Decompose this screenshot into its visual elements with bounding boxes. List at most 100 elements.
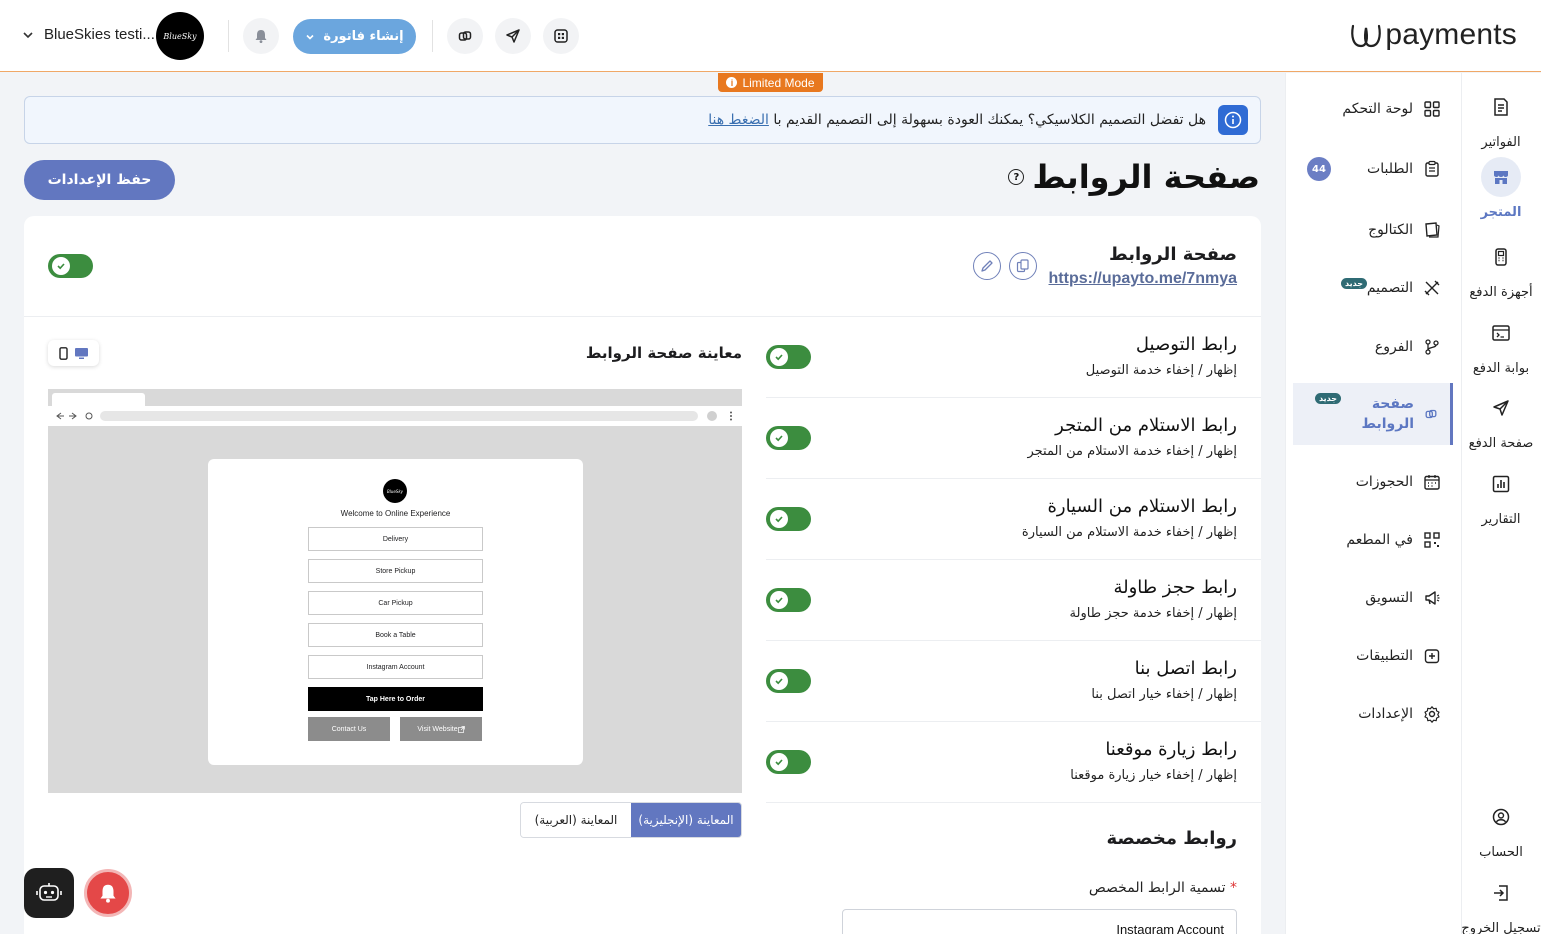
assistant-chat-button[interactable]	[24, 868, 74, 918]
settings-icon	[1424, 706, 1440, 723]
new-badge: جديد	[1315, 393, 1342, 404]
delivery-toggle[interactable]	[766, 345, 811, 369]
notifications-button[interactable]	[243, 18, 279, 54]
mobile-icon[interactable]	[58, 346, 68, 360]
menu-item-label: صفحة الروابط	[1361, 396, 1414, 432]
car-pickup-toggle[interactable]	[766, 507, 811, 531]
external-link-icon	[457, 725, 465, 733]
preview-store-pickup-button: Store Pickup	[308, 559, 483, 583]
visit-website-toggle[interactable]	[766, 750, 811, 774]
book-table-toggle[interactable]	[766, 588, 811, 612]
divider	[432, 20, 433, 52]
option-subtitle: إظهار / إخفاء خدمة الاستلام من المتجر	[1027, 444, 1237, 459]
rail-item-store[interactable]: المتجر	[1461, 157, 1541, 220]
chevron-down-icon	[306, 34, 314, 40]
create-invoice-label: إنشاء فاتورة	[323, 29, 404, 44]
primary-rail: الفواتير المتجر أجهزة الدفع بوابة الدفع …	[1461, 73, 1541, 934]
new-badge: جديد	[1341, 278, 1368, 289]
menu-item-bookings[interactable]: الحجوزات	[1293, 462, 1453, 502]
check-icon	[770, 672, 788, 690]
avatar[interactable]: BlueSky	[156, 12, 204, 60]
qr-shortcut[interactable]	[543, 18, 579, 54]
store-icon	[1481, 157, 1521, 197]
option-visit-website: رابط زيارة موقعنا إظهار / إخفاء خيار زيا…	[766, 722, 1261, 803]
links-page-shortcut[interactable]	[447, 18, 483, 54]
rail-item-logout[interactable]: تسجيل الخروج	[1461, 873, 1541, 934]
rail-item-payment-gateway[interactable]: بوابة الدفع	[1461, 313, 1541, 376]
option-title: رابط اتصل بنا	[1134, 658, 1237, 679]
account-name: BlueSkies testi...	[44, 26, 155, 43]
preview-welcome: Welcome to Online Experience	[340, 509, 451, 518]
menu-item-orders[interactable]: 44 الطلبات	[1293, 149, 1453, 189]
option-store-pickup: رابط الاستلام من المتجر إظهار / إخفاء خد…	[766, 398, 1261, 479]
account-switcher[interactable]: BlueSkies testi...	[22, 26, 155, 43]
rail-item-payment-page[interactable]: صفحة الدفع	[1461, 388, 1541, 451]
custom-link-name-input[interactable]: Instagram Account	[842, 909, 1237, 934]
menu-item-branches[interactable]: الفروع	[1293, 327, 1453, 367]
rail-item-label: المتجر	[1480, 205, 1522, 220]
link-page-url[interactable]: https://upayto.me/7nmya	[1049, 270, 1237, 288]
store-pickup-toggle[interactable]	[766, 426, 811, 450]
branches-icon	[1425, 339, 1439, 355]
contact-us-toggle[interactable]	[766, 669, 811, 693]
page-title: ? صفحة الروابط	[1008, 158, 1260, 196]
rail-item-pos-devices[interactable]: أجهزة الدفع	[1461, 237, 1541, 300]
menu-item-label: التصميم	[1366, 280, 1413, 296]
desktop-icon[interactable]	[74, 347, 89, 360]
create-invoice-button[interactable]: إنشاء فاتورة	[293, 19, 416, 54]
menu-item-catalog[interactable]: الكتالوج	[1293, 210, 1453, 250]
preview-browser-frame: BlueSky Welcome to Online Experience Del…	[48, 389, 742, 793]
bookings-icon	[1424, 475, 1440, 490]
payment-page-shortcut[interactable]	[495, 18, 531, 54]
menu-item-label: الطلبات	[1367, 161, 1413, 177]
rail-item-invoices[interactable]: الفواتير	[1461, 87, 1541, 150]
dashboard-icon	[1424, 101, 1440, 117]
browser-tab	[52, 393, 145, 407]
page-title-text: صفحة الروابط	[1032, 158, 1260, 196]
send-icon	[1481, 388, 1521, 428]
browser-menu-icon	[707, 411, 732, 421]
rail-item-label: بوابة الدفع	[1472, 361, 1530, 376]
menu-item-label: الفروع	[1374, 339, 1413, 355]
option-subtitle: إظهار / إخفاء خدمة التوصيل	[1085, 363, 1237, 378]
rail-item-reports[interactable]: التقارير	[1461, 464, 1541, 527]
menu-item-links-page[interactable]: جديد صفحة الروابط	[1293, 383, 1453, 445]
menu-item-dashboard[interactable]: لوحة التحكم	[1293, 89, 1453, 129]
browser-toolbar	[48, 406, 742, 426]
rail-item-label: تسجيل الخروج	[1461, 921, 1541, 934]
notifications-fab[interactable]	[84, 869, 132, 917]
tab-preview-english[interactable]: المعاينة (الإنجليزية)	[631, 803, 741, 837]
menu-item-settings[interactable]: الإعدادات	[1293, 694, 1453, 734]
menu-item-label: الحجوزات	[1355, 474, 1413, 490]
tab-preview-arabic[interactable]: المعاينة (العربية)	[521, 803, 631, 837]
option-car-pickup: رابط الاستلام من السيارة إظهار / إخفاء خ…	[766, 479, 1261, 560]
menu-item-dine-in[interactable]: في المطعم	[1293, 520, 1453, 560]
links-icon	[1425, 409, 1437, 419]
rail-item-account[interactable]: الحساب	[1461, 797, 1541, 860]
logo-text: payments	[1385, 18, 1517, 51]
custom-link-label-text: تسمية الرابط المخصص	[1088, 880, 1226, 896]
help-icon[interactable]: ?	[1008, 169, 1025, 185]
qr-icon	[1424, 532, 1440, 548]
menu-item-design[interactable]: جديد التصميم	[1293, 268, 1453, 308]
save-settings-button[interactable]: حفظ الإعدادات	[24, 160, 175, 200]
edit-link-button[interactable]	[973, 252, 1001, 280]
reports-icon	[1481, 464, 1521, 504]
link-page-toggle[interactable]	[48, 254, 93, 278]
pencil-icon	[981, 260, 993, 272]
menu-item-apps[interactable]: التطبيقات	[1293, 636, 1453, 676]
copy-link-button[interactable]	[1009, 252, 1037, 280]
menu-item-label: لوحة التحكم	[1342, 101, 1413, 117]
option-title: رابط الاستلام من المتجر	[1055, 415, 1237, 436]
preview-website-label: Visit Website	[417, 725, 458, 733]
copy-icon	[1016, 259, 1029, 273]
menu-item-marketing[interactable]: التسويق	[1293, 578, 1453, 618]
banner-text: هل تفضل التصميم الكلاسيكي؟ يمكنك العودة …	[708, 112, 1206, 128]
rail-item-label: صفحة الدفع	[1468, 436, 1534, 451]
bell-icon	[100, 884, 116, 903]
option-title: رابط حجز طاولة	[1113, 577, 1237, 598]
banner-link[interactable]: الضغط هنا	[708, 112, 769, 128]
logo[interactable]: payments	[1349, 18, 1517, 52]
payment-gateway-icon	[1481, 313, 1521, 353]
account-icon	[1481, 797, 1521, 837]
